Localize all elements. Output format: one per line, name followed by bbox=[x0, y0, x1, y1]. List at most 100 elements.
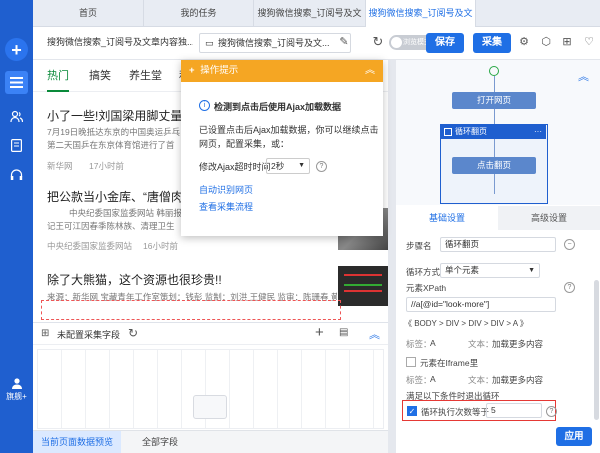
info-icon: i bbox=[199, 100, 210, 111]
loop-header: 循环翻页 ··· bbox=[441, 125, 546, 139]
nav-funny[interactable]: 搞笑 bbox=[89, 60, 111, 92]
article-source: 中央纪委国家监委网站 bbox=[47, 241, 133, 251]
view-flow-link[interactable]: 查看采集流程 bbox=[199, 200, 253, 213]
ajax-timeout-select[interactable]: 2秒 ▼ bbox=[266, 158, 310, 174]
popup-description: 网页，配置采集，或： bbox=[199, 139, 290, 149]
workflow-canvas: 打开网页 循环翻页 ··· 点击翻页 ︽ bbox=[396, 60, 600, 205]
gear-icon[interactable]: ⚙ bbox=[517, 35, 531, 49]
grid-icon: ⊞ bbox=[41, 328, 50, 339]
help-icon[interactable]: ? bbox=[546, 406, 557, 417]
flow-line bbox=[494, 76, 495, 92]
fields-panel: ⊞ 未配置采集字段 ↻ + ▤ ︽ bbox=[33, 322, 388, 430]
document-icon[interactable] bbox=[5, 134, 28, 157]
element-breadcrumb[interactable]: 《 BODY > DIV > DIV > DIV > A 》 bbox=[404, 318, 528, 329]
users-icon[interactable] bbox=[5, 105, 28, 128]
fields-title: 未配置采集字段 bbox=[57, 330, 121, 340]
start-icon bbox=[489, 66, 499, 76]
nav-hot[interactable]: 热门 bbox=[47, 60, 69, 92]
save-button[interactable]: 保存 bbox=[426, 33, 464, 53]
ajax-timeout-label: 修改Ajax超时时间 bbox=[199, 162, 271, 172]
tab-task-2-active[interactable]: 搜狗微信搜索_订阅号及文 bbox=[366, 0, 476, 27]
article-title[interactable]: 把公款当小金库、“唐僧肉”?R bbox=[47, 188, 202, 205]
nav-health[interactable]: 养生堂 bbox=[129, 60, 162, 92]
tab-bar: 首页 我的任务 搜狗微信搜索_订阅号及文 搜狗微信搜索_订阅号及文 bbox=[33, 0, 600, 27]
popup-header: + 操作提示 ︽ bbox=[181, 60, 383, 82]
flow-line bbox=[494, 139, 495, 157]
collapse-icon[interactable]: ︽ bbox=[365, 60, 375, 82]
refresh-icon[interactable]: ↻ bbox=[371, 35, 385, 49]
minus-circle-icon[interactable]: − bbox=[564, 239, 575, 250]
panel-divider[interactable] bbox=[388, 60, 396, 453]
tag-value: A bbox=[430, 374, 436, 384]
loop-count-label: 循环执行次数等于 bbox=[421, 407, 490, 417]
tab-data-preview[interactable]: 当前页面数据预览 bbox=[33, 431, 121, 453]
flow-line bbox=[494, 174, 495, 194]
user-icon bbox=[11, 378, 22, 389]
tab-advanced-settings[interactable]: 高级设置 bbox=[498, 206, 600, 230]
popup-title: 操作提示 bbox=[200, 65, 239, 76]
text-value: 加载更多内容 bbox=[492, 339, 544, 349]
loop-count-input[interactable]: 5 bbox=[486, 403, 542, 418]
apply-button[interactable]: 应用 bbox=[556, 427, 592, 446]
task-name-field[interactable]: 搜狗微信搜索_订阅号及文章内容独... bbox=[41, 33, 193, 53]
ajax-timeout-value: 2秒 bbox=[271, 161, 285, 171]
iframe-checkbox[interactable] bbox=[406, 357, 416, 367]
tab-all-fields[interactable]: 全部字段 bbox=[125, 431, 195, 453]
right-panel: 打开网页 循环翻页 ··· 点击翻页 ︽ 基础设置 高级设置 步骤名 循环翻页 … bbox=[396, 60, 600, 453]
collect-button[interactable]: 采集 bbox=[473, 33, 511, 53]
article-title[interactable]: 除了大熊猫，这个资源也很珍贵!! bbox=[47, 271, 222, 288]
tag-value: A bbox=[430, 338, 436, 348]
tab-task-1[interactable]: 搜狗微信搜索_订阅号及文 bbox=[254, 0, 366, 27]
refresh-icon[interactable]: ↻ bbox=[128, 326, 138, 340]
article-thumbnail bbox=[338, 266, 388, 306]
edit-icon[interactable]: ✎ bbox=[337, 35, 351, 49]
grid-icon[interactable]: ⊞ bbox=[560, 35, 574, 49]
more-icon[interactable]: ··· bbox=[534, 125, 542, 139]
add-task-icon[interactable]: + bbox=[5, 38, 28, 61]
menu-icon[interactable] bbox=[5, 71, 28, 94]
tab-home[interactable]: 首页 bbox=[33, 0, 144, 27]
left-rail: + 旗舰+ bbox=[0, 0, 33, 453]
tag-label: 标签： bbox=[406, 375, 432, 385]
node-open-page[interactable]: 打开网页 bbox=[452, 92, 536, 109]
help-icon[interactable]: ? bbox=[564, 282, 575, 293]
article-source: 新华网 bbox=[47, 161, 73, 171]
chevron-down-icon: ▼ bbox=[528, 267, 535, 274]
lightbulb-icon[interactable]: ♡ bbox=[582, 35, 596, 49]
auto-detect-link[interactable]: 自动识别网页 bbox=[199, 183, 253, 196]
xpath-input[interactable]: //a[@id="look-more"] bbox=[406, 297, 556, 312]
article-time: 16小时前 bbox=[143, 241, 178, 251]
loop-mode-label: 循环方式 bbox=[406, 267, 441, 277]
text-label: 文本： bbox=[468, 339, 494, 349]
ajax-detected-text: 检测到点击后使用Ajax加载数据 bbox=[214, 102, 342, 112]
loop-mode-value: 单个元素 bbox=[445, 265, 480, 275]
step-name-input[interactable]: 循环翻页 bbox=[440, 237, 556, 252]
empty-state-icon bbox=[193, 395, 227, 419]
page-icon: ▭ bbox=[205, 38, 214, 48]
collapse-icon[interactable]: ︽ bbox=[369, 326, 380, 342]
popup-description: 已设置点击后Ajax加载数据，你可以继续点击 bbox=[199, 125, 379, 135]
text-label: 文本： bbox=[468, 375, 494, 385]
page-url-field[interactable]: ▭ 搜狗微信搜索_订阅号及文... bbox=[199, 33, 351, 53]
settings-tabs: 基础设置 高级设置 bbox=[396, 206, 600, 230]
node-loop[interactable]: 循环翻页 ··· 点击翻页 bbox=[440, 124, 548, 204]
tag-label: 标签： bbox=[406, 339, 432, 349]
help-icon[interactable]: ? bbox=[316, 161, 327, 172]
loop-checkbox-icon bbox=[444, 128, 452, 136]
scrollbar[interactable] bbox=[594, 280, 599, 420]
add-field-icon[interactable]: + bbox=[315, 324, 324, 341]
headset-icon[interactable] bbox=[5, 163, 28, 186]
toolbar: 搜狗微信搜索_订阅号及文章内容独... ▭ 搜狗微信搜索_订阅号及文... ✎ … bbox=[33, 27, 600, 60]
selected-element-highlight bbox=[41, 300, 341, 320]
folder-icon[interactable]: ▤ bbox=[339, 327, 348, 338]
flow-line bbox=[494, 109, 495, 124]
user-account[interactable]: 旗舰+ bbox=[0, 377, 33, 402]
tab-my-tasks[interactable]: 我的任务 bbox=[144, 0, 254, 27]
collapse-icon[interactable]: ︽ bbox=[578, 68, 589, 84]
node-click-page[interactable]: 点击翻页 bbox=[452, 157, 536, 174]
exit-condition-checkbox[interactable]: ✓ bbox=[407, 406, 417, 416]
tab-basic-settings[interactable]: 基础设置 bbox=[396, 206, 498, 230]
cube-icon[interactable]: ⬡ bbox=[539, 35, 553, 49]
article-time: 17小时前 bbox=[89, 161, 124, 171]
loop-mode-select[interactable]: 单个元素 ▼ bbox=[440, 263, 540, 278]
